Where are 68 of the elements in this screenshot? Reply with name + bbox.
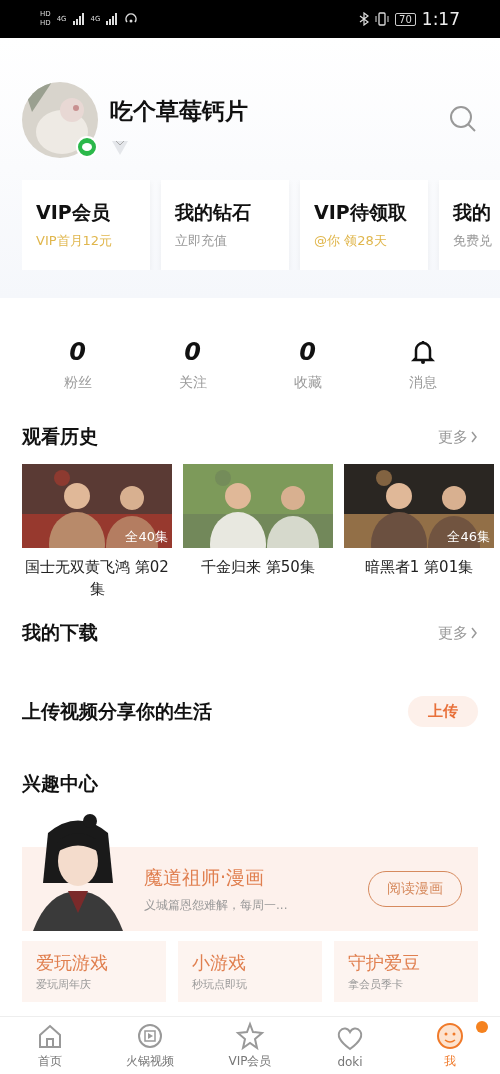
vip-card[interactable]: VIP会员 VIP首月12元 xyxy=(22,180,150,270)
card-subtitle: 秒玩点即玩 xyxy=(192,977,248,992)
section-title: 观看历史 xyxy=(22,424,98,449)
tab-label: doki xyxy=(337,1054,363,1069)
episode-count: 全46集 xyxy=(447,528,490,546)
chevron-right-icon xyxy=(470,431,478,443)
tab-item[interactable]: 首页 xyxy=(0,1017,100,1074)
card-subtitle: 免费兑 xyxy=(453,232,493,250)
upload-button[interactable]: 上传 xyxy=(408,696,478,727)
more-link[interactable]: 更多 xyxy=(438,427,478,447)
vibrate-icon xyxy=(375,12,390,26)
video-title: 国士无双黄飞鸿 第02集 xyxy=(24,557,170,600)
vip-card[interactable]: 我的钻石 立即充值 xyxy=(161,180,289,270)
vip-card[interactable]: VIP待领取 @你 领28天 xyxy=(300,180,428,270)
card-title: VIP会员 xyxy=(36,200,111,225)
card-title: VIP待领取 xyxy=(314,200,408,225)
chevron-right-icon xyxy=(470,627,478,639)
vip-card[interactable]: 我的 免费兑 xyxy=(439,180,500,270)
banner-subtitle: 义城篇恩怨难解，每周一... xyxy=(144,896,289,914)
banner-title: 魔道祖师·漫画 xyxy=(144,864,266,890)
signal-icon xyxy=(72,13,85,25)
card-subtitle: VIP首月12元 xyxy=(36,232,114,250)
tab-item[interactable]: 我 xyxy=(400,1017,500,1074)
card-subtitle: @你 领28天 xyxy=(314,232,388,250)
search-icon[interactable] xyxy=(448,104,478,134)
video-title: 暗黑者1 第01集 xyxy=(363,557,475,578)
clock-time: 1:17 xyxy=(421,9,460,29)
tab-label: 首页 xyxy=(38,1053,62,1070)
tab-item[interactable]: 火锅视频 xyxy=(100,1017,200,1074)
stat-label: 关注 xyxy=(178,374,207,392)
card-title: 我的钻石 xyxy=(175,200,252,225)
user-name: 吃个草莓钙片 xyxy=(110,97,249,126)
interest-card[interactable]: 守护爱豆 拿会员季卡 xyxy=(334,941,478,1002)
signal-icon xyxy=(106,13,119,25)
stat-count: 0 xyxy=(69,338,86,366)
card-subtitle: 拿会员季卡 xyxy=(348,977,404,992)
star-icon xyxy=(235,1021,265,1051)
section-title: 上传视频分享你的生活 xyxy=(22,698,212,724)
episode-count: 全40集 xyxy=(125,528,168,546)
card-title: 守护爱豆 xyxy=(348,951,421,975)
section-title: 我的下载 xyxy=(22,620,98,645)
card-title: 爱玩游戏 xyxy=(36,951,109,975)
stat-label: 粉丝 xyxy=(63,374,92,392)
stat-count: 0 xyxy=(184,338,201,366)
film-reel-icon xyxy=(135,1021,165,1051)
card-title: 我的 xyxy=(453,200,492,225)
tab-label: VIP会员 xyxy=(228,1053,272,1070)
tab-label: 火锅视频 xyxy=(126,1053,174,1070)
battery-level: 70 xyxy=(395,12,416,26)
card-subtitle: 立即充值 xyxy=(175,232,228,250)
more-link[interactable]: 更多 xyxy=(438,623,478,643)
history-item[interactable]: 千金归来 第50集 xyxy=(183,464,333,600)
interest-card[interactable]: 小游戏 秒玩点即玩 xyxy=(178,941,322,1002)
card-title: 小游戏 xyxy=(192,951,247,975)
history-item[interactable]: 全46集 暗黑者1 第01集 xyxy=(344,464,494,600)
tab-item[interactable]: VIP会员 xyxy=(200,1017,300,1074)
tab-item[interactable]: doki xyxy=(300,1017,400,1074)
interest-card[interactable]: 爱玩游戏 爱玩周年庆 xyxy=(22,941,166,1002)
bluetooth-icon xyxy=(359,12,370,26)
stat-label: 收藏 xyxy=(293,374,322,392)
video-title: 千金归来 第50集 xyxy=(200,557,316,578)
section-title: 兴趣中心 xyxy=(22,771,98,796)
stat-label: 消息 xyxy=(408,374,437,392)
card-subtitle: 爱玩周年庆 xyxy=(36,977,92,992)
tab-label: 我 xyxy=(444,1053,456,1070)
smiley-face-icon xyxy=(435,1021,465,1051)
history-item[interactable]: 全40集 国士无双黄飞鸿 第02集 xyxy=(22,464,172,600)
stat-count: 0 xyxy=(299,338,316,366)
